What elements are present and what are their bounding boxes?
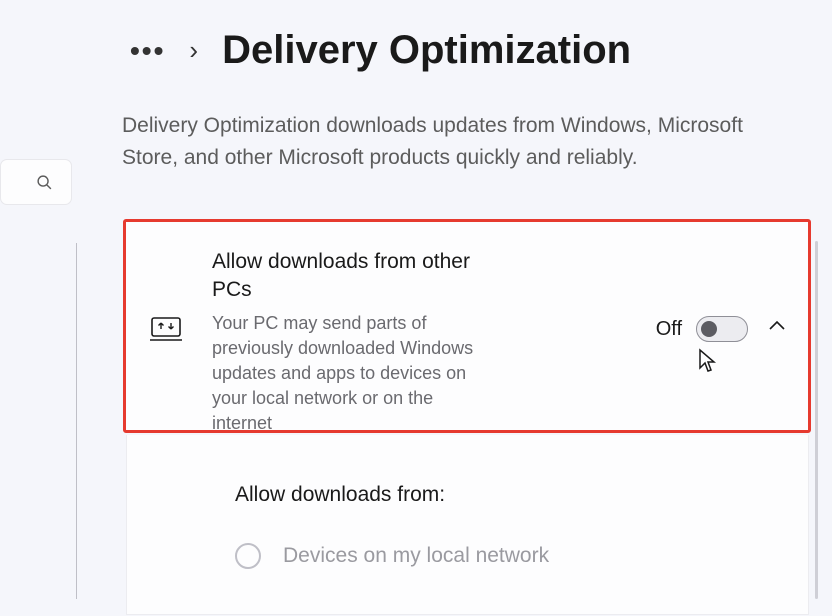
radio-option-local-network[interactable]: Devices on my local network xyxy=(235,543,782,569)
breadcrumb: ••• › Delivery Optimization xyxy=(130,28,631,73)
chevron-right-icon: › xyxy=(189,35,198,66)
expanded-heading: Allow downloads from: xyxy=(235,483,782,507)
allow-downloads-expanded: Allow downloads from: Devices on my loca… xyxy=(126,435,809,615)
search-icon xyxy=(36,174,53,191)
search-input[interactable] xyxy=(0,159,72,205)
scrollbar[interactable] xyxy=(815,241,818,599)
allow-downloads-toggle[interactable] xyxy=(696,316,748,342)
card-subtitle: Your PC may send parts of previously dow… xyxy=(212,311,487,437)
page-description: Delivery Optimization downloads updates … xyxy=(122,110,787,173)
card-title: Allow downloads from other PCs xyxy=(212,248,487,305)
more-icon[interactable]: ••• xyxy=(130,35,165,67)
toggle-knob xyxy=(701,321,717,337)
sidebar-divider xyxy=(76,243,77,599)
chevron-up-icon[interactable] xyxy=(768,320,786,332)
radio-label: Devices on my local network xyxy=(283,544,549,568)
allow-downloads-card[interactable]: Allow downloads from other PCs Your PC m… xyxy=(123,219,811,433)
page-title: Delivery Optimization xyxy=(222,28,631,73)
delivery-icon xyxy=(150,316,182,342)
toggle-state-label: Off xyxy=(656,318,682,341)
radio-icon xyxy=(235,543,261,569)
